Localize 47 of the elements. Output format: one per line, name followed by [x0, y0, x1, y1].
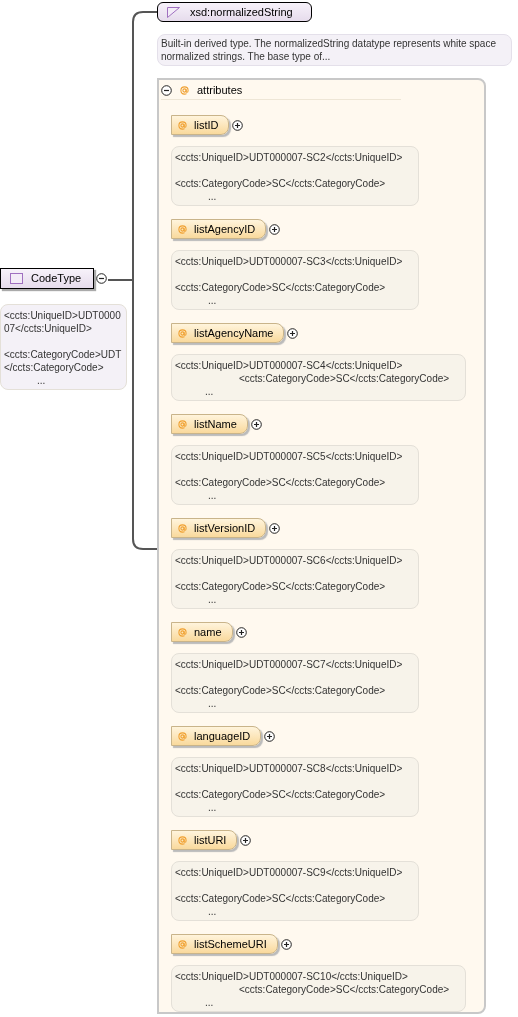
attribute-node[interactable]: listURI [171, 830, 238, 850]
expand-icon[interactable] [269, 223, 281, 235]
annotation-note: <ccts:UniqueID>UDT000007-SC5</ccts:UniqueID> <ccts:CategoryCode>SC</ccts:CategoryCode> ... [171, 445, 420, 505]
attribute-node[interactable]: listName [171, 414, 248, 434]
attribute-node[interactable]: name [171, 622, 233, 642]
attribute-name: listVersionID [194, 520, 256, 536]
attribute-node[interactable]: listAgencyName [171, 323, 285, 343]
annotation-note: <ccts:UniqueID>UDT000007-SC7</ccts:UniqueID> <ccts:CategoryCode>SC</ccts:CategoryCode> ... [171, 653, 420, 713]
expand-icon[interactable] [235, 626, 247, 638]
attribute-node[interactable]: listAgencyID [171, 219, 267, 239]
attribute-node[interactable]: languageID [171, 726, 262, 746]
attribute-name: listAgencyName [194, 325, 274, 341]
expand-icon[interactable] [287, 327, 299, 339]
collapse-icon[interactable] [161, 85, 172, 96]
annotation-note: <ccts:UniqueID>UDT000007-SC4</ccts:UniqueID> <ccts:CategoryCode>SC</ccts:CategoryCode> ... [171, 354, 467, 401]
attribute-name: listName [194, 416, 237, 432]
annotation-note: <ccts:UniqueID>UDT000007-SC10</ccts:UniqueID> <ccts:CategoryCode>SC</ccts:CategoryCode> ... [171, 965, 467, 1012]
expand-icon[interactable] [264, 730, 276, 742]
expand-icon[interactable] [240, 834, 252, 846]
attribute-name: languageID [194, 728, 251, 744]
expand-icon[interactable] [280, 938, 292, 950]
expand-icon[interactable] [232, 119, 244, 131]
group-label: attributes [197, 83, 243, 99]
annotation-note: <ccts:UniqueID>UDT000007-SC3</ccts:UniqueID> <ccts:CategoryCode>SC</ccts:CategoryCode> ... [171, 250, 420, 310]
type-node[interactable]: CodeType [0, 268, 94, 289]
simple-type-icon [167, 6, 180, 18]
annotation-note: <ccts:UniqueID>UDT000007</ccts:UniqueID> <ccts:CategoryCode>UDT</ccts:CategoryCode> ... [0, 304, 127, 390]
annotation-note: <ccts:UniqueID>UDT000007-SC9</ccts:UniqueID> <ccts:CategoryCode>SC</ccts:CategoryCode> ... [171, 861, 420, 921]
annotation-note: <ccts:UniqueID>UDT000007-SC6</ccts:UniqueID> <ccts:CategoryCode>SC</ccts:CategoryCode> ... [171, 549, 420, 609]
expand-icon[interactable] [269, 522, 281, 534]
attribute-node[interactable]: listSchemeURI [171, 934, 278, 954]
annotation-note: <ccts:UniqueID>UDT000007-SC2</ccts:UniqueID> <ccts:CategoryCode>SC</ccts:CategoryCode> ... [171, 146, 420, 206]
complex-type-icon [10, 273, 23, 284]
base-type-node[interactable]: xsd:normalizedString [157, 2, 312, 22]
attribute-name: listSchemeURI [194, 936, 267, 952]
attribute-name: name [194, 624, 222, 640]
attribute-name: listID [194, 117, 219, 133]
collapse-icon[interactable] [96, 273, 107, 284]
attribute-node[interactable]: listVersionID [171, 518, 267, 538]
attribute-name: listURI [194, 832, 227, 848]
attribute-name: listAgencyID [194, 221, 256, 237]
type-name: CodeType [31, 271, 82, 287]
attribute-node[interactable]: listID [171, 115, 230, 135]
annotation-note: <ccts:UniqueID>UDT000007-SC8</ccts:UniqueID> <ccts:CategoryCode>SC</ccts:CategoryCode> ... [171, 757, 420, 817]
type-name: xsd:normalizedString [190, 4, 293, 20]
expand-icon[interactable] [250, 418, 262, 430]
type-description: Built-in derived type. The normalizedString datatype represents white space normalized strings. The base type of... [157, 34, 512, 66]
